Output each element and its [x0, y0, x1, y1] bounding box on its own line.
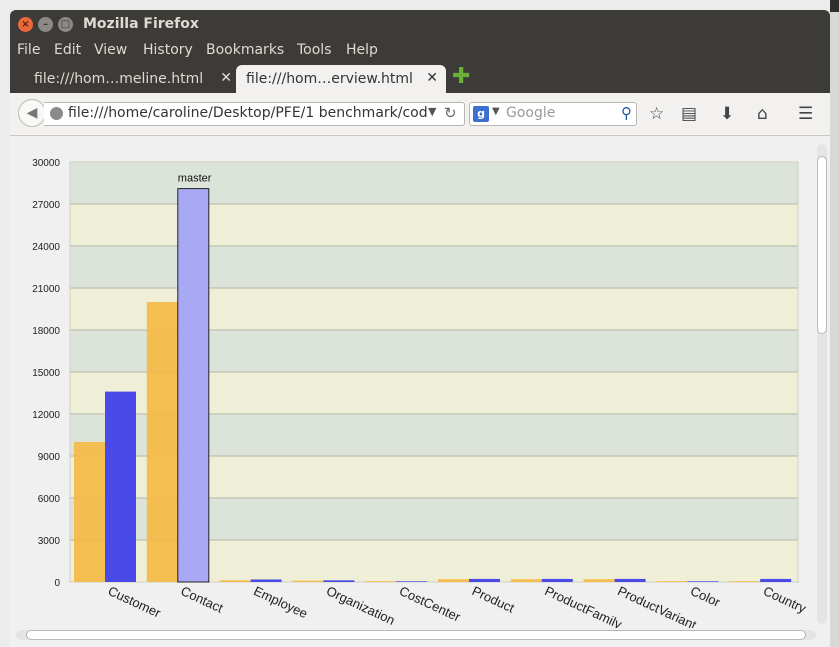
- bar-series-1: [365, 581, 397, 582]
- back-arrow-icon[interactable]: ◀: [18, 99, 46, 127]
- title-bar: × – □ Mozilla Firefox: [10, 10, 830, 38]
- menu-history[interactable]: History: [143, 42, 193, 58]
- page-content: 0 3000 6000 9000 12000 15000 18000 21000 24000 27…: [10, 136, 830, 647]
- bar-chart: 0 3000 6000 9000 12000 15000 18000 21000 24000 27…: [32, 158, 809, 633]
- menu-edit[interactable]: Edit: [54, 42, 81, 58]
- bar-series-2: [250, 579, 282, 582]
- y-tick-label: 0: [54, 578, 60, 589]
- close-tab-icon[interactable]: ✕: [220, 70, 232, 86]
- x-tick-label: CostCenter: [397, 583, 464, 625]
- menu-bookmarks[interactable]: Bookmarks: [206, 42, 284, 58]
- tab-label: file:///hom…meline.html: [34, 71, 204, 87]
- search-placeholder: Google: [506, 105, 556, 121]
- y-tick-label: 30000: [32, 158, 60, 169]
- x-tick-label: Customer: [106, 583, 164, 621]
- bar-series-1: [74, 442, 105, 582]
- desktop-background: [830, 0, 839, 647]
- y-tick-label: 21000: [32, 284, 60, 295]
- horizontal-scrollbar[interactable]: [16, 630, 816, 640]
- tab-bar: file:///hom…meline.html ✕ file:///hom…er…: [10, 63, 830, 93]
- y-tick-label: 6000: [38, 494, 61, 505]
- x-tick-label: ProductFamily: [543, 583, 625, 628]
- bar-series-2: [323, 580, 355, 582]
- bar-series-1: [729, 581, 761, 582]
- minimize-window-button[interactable]: –: [38, 17, 53, 32]
- google-engine-icon[interactable]: g: [473, 106, 489, 122]
- menu-help[interactable]: Help: [346, 42, 378, 58]
- bar-series-2: [614, 578, 646, 582]
- chart-container: 0 3000 6000 9000 12000 15000 18000 21000 24000 27…: [18, 142, 814, 633]
- navigation-toolbar: ◀ file:///home/caroline/Desktop/PFE/1 be…: [10, 93, 830, 136]
- url-bar[interactable]: file:///home/caroline/Desktop/PFE/1 benc…: [44, 102, 465, 126]
- engine-dropdown-icon[interactable]: ▼: [492, 106, 500, 117]
- bar-series-1: [656, 581, 688, 582]
- window-title: Mozilla Firefox: [83, 16, 199, 32]
- x-tick-label: ProductVariant: [615, 583, 699, 628]
- close-window-button[interactable]: ×: [18, 17, 33, 32]
- y-tick-label: 3000: [38, 536, 61, 547]
- url-dropdown-icon[interactable]: ▼: [428, 105, 436, 118]
- x-tick-label: Country: [761, 583, 809, 616]
- menu-view[interactable]: View: [94, 42, 127, 58]
- y-tick-label: 18000: [32, 326, 60, 337]
- y-tick-label: 24000: [32, 242, 60, 253]
- clipboard-icon[interactable]: ▤: [681, 104, 697, 124]
- x-tick-label: Color: [688, 583, 723, 610]
- horizontal-scroll-thumb[interactable]: [26, 630, 806, 640]
- globe-icon: [50, 107, 63, 120]
- reload-icon[interactable]: ↻: [444, 104, 457, 122]
- bar-series-1: [510, 579, 542, 582]
- bar-series-2: [177, 188, 210, 583]
- hamburger-menu-icon[interactable]: ☰: [798, 104, 813, 124]
- x-tick-label: Contact: [179, 583, 226, 616]
- menu-file[interactable]: File: [17, 42, 40, 58]
- desktop-topbar: [830, 0, 839, 12]
- bar-series-2: [760, 578, 792, 582]
- home-icon[interactable]: ⌂: [757, 104, 768, 124]
- x-tick-label: Product: [470, 583, 517, 616]
- bar-series-2: [469, 578, 500, 582]
- y-tick-label: 15000: [32, 368, 60, 379]
- bar-series-1: [219, 580, 251, 582]
- bar-series-1: [146, 302, 178, 582]
- url-text[interactable]: file:///home/caroline/Desktop/PFE/1 benc…: [68, 105, 428, 121]
- plus-icon[interactable]: ✚: [452, 66, 472, 88]
- x-tick-label: Employee: [251, 583, 310, 621]
- bar-series-1: [292, 580, 324, 582]
- vertical-scrollbar[interactable]: [817, 144, 827, 624]
- bar-series-2: [687, 581, 719, 582]
- menu-bar: File Edit View History Bookmarks Tools H…: [10, 38, 830, 63]
- vertical-scroll-thumb[interactable]: [817, 156, 827, 334]
- maximize-window-button[interactable]: □: [58, 17, 73, 32]
- magnifier-icon[interactable]: ⚲: [621, 104, 632, 122]
- bar-series-1: [438, 579, 469, 582]
- y-tick-label: 12000: [32, 410, 60, 421]
- download-icon[interactable]: ⬇: [720, 104, 734, 124]
- close-tab-icon[interactable]: ✕: [426, 70, 438, 86]
- bar-series-2: [396, 581, 428, 582]
- bar-series-1: [583, 579, 615, 582]
- bar-series-2: [105, 391, 136, 582]
- x-tick-label: Organization: [324, 583, 397, 628]
- y-tick-label: 27000: [32, 200, 60, 211]
- bar-series-2: [541, 578, 573, 582]
- y-tick-label: 9000: [38, 452, 61, 463]
- tab-label: file:///hom…erview.html: [246, 71, 413, 87]
- tab-overview[interactable]: file:///hom…erview.html ✕: [236, 65, 446, 93]
- star-icon[interactable]: ☆: [649, 104, 664, 124]
- menu-tools[interactable]: Tools: [297, 42, 332, 58]
- search-input[interactable]: g ▼ Google ⚲: [469, 102, 637, 126]
- browser-window: × – □ Mozilla Firefox File Edit View His…: [10, 10, 830, 647]
- bar-tooltip-label: master: [178, 173, 212, 185]
- tab-timeline[interactable]: file:///hom…meline.html ✕: [24, 65, 240, 93]
